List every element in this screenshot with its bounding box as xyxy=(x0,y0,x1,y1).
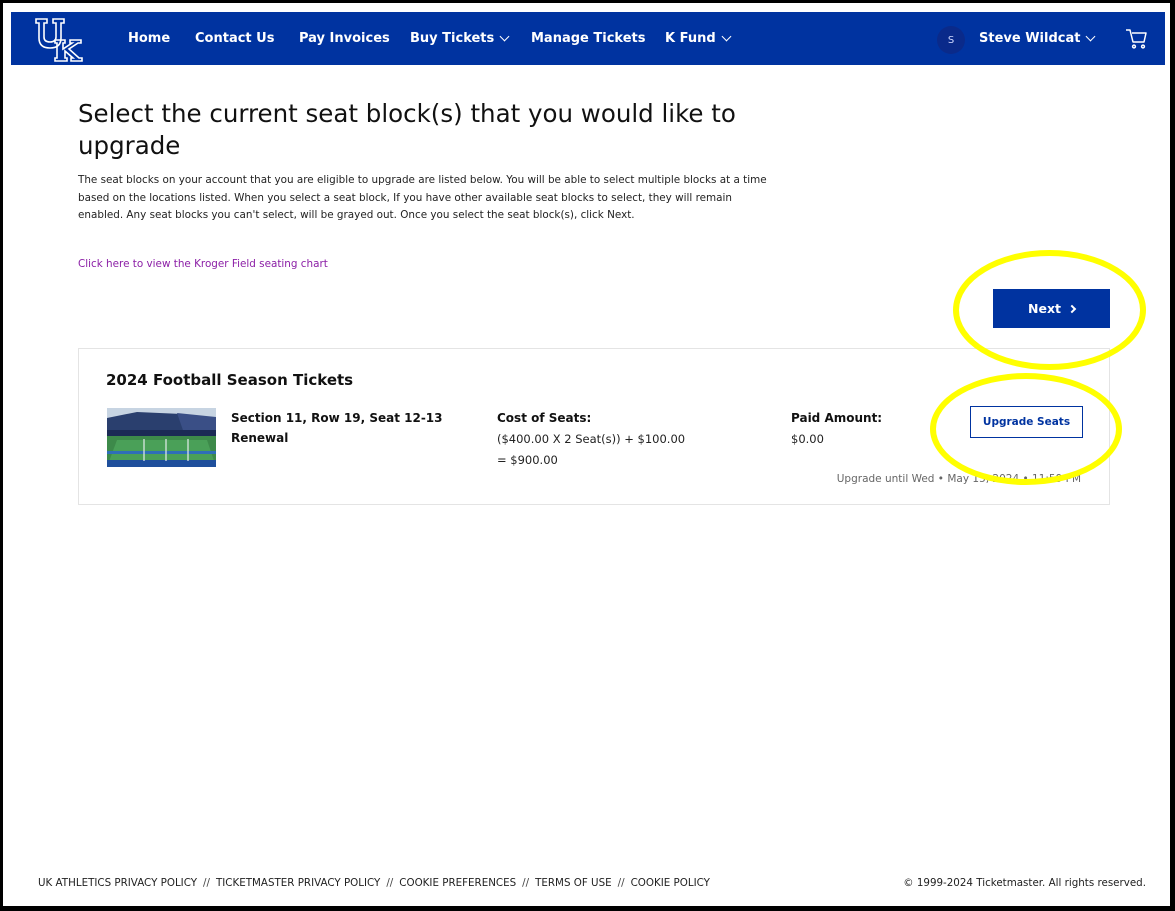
footer-tm-privacy-link[interactable]: TICKETMASTER PRIVACY POLICY xyxy=(216,877,380,889)
page-description: The seat blocks on your account that you… xyxy=(78,174,767,221)
cart-icon[interactable] xyxy=(1125,28,1147,50)
uk-logo-icon[interactable] xyxy=(33,16,89,62)
seating-chart-link[interactable]: Click here to view the Kroger Field seat… xyxy=(78,258,328,270)
chevron-down-icon xyxy=(721,31,732,41)
nav-contact-us[interactable]: Contact Us xyxy=(195,12,274,65)
nav-k-fund[interactable]: K Fund xyxy=(665,12,732,65)
chevron-down-icon xyxy=(499,31,510,41)
next-button[interactable]: Next xyxy=(993,289,1110,328)
user-name: Steve Wildcat xyxy=(979,31,1081,46)
footer-cookie-policy-link[interactable]: COOKIE POLICY xyxy=(631,877,710,889)
nav-buy-tickets[interactable]: Buy Tickets xyxy=(410,12,510,65)
upgrade-deadline: Upgrade until Wed • May 15, 2024 • 11:59… xyxy=(836,473,1081,485)
nav-manage-tickets[interactable]: Manage Tickets xyxy=(531,12,645,65)
cost-total: = $900.00 xyxy=(497,453,558,467)
footer-separator: // xyxy=(386,877,394,889)
upgrade-seats-button[interactable]: Upgrade Seats xyxy=(970,406,1083,438)
season-title: 2024 Football Season Tickets xyxy=(106,371,354,389)
footer-uk-privacy-link[interactable]: UK ATHLETICS PRIVACY POLICY xyxy=(38,877,197,889)
cost-formula: ($400.00 X 2 Seat(s)) + $100.00 xyxy=(497,432,686,446)
avatar-initial: S xyxy=(947,34,955,46)
cost-label: Cost of Seats: xyxy=(497,411,592,425)
nav-home-label: Home xyxy=(128,31,171,46)
chevron-down-icon xyxy=(1086,31,1096,41)
paid-amount-value: $0.00 xyxy=(791,432,824,446)
top-nav: Home Contact Us Pay Invoices Buy Tickets… xyxy=(11,12,1165,65)
nav-manage-tickets-label: Manage Tickets xyxy=(531,31,646,46)
nav-pay-invoices-label: Pay Invoices xyxy=(299,31,390,46)
page-title: Select the current seat block(s) that yo… xyxy=(78,99,736,160)
paid-amount-label: Paid Amount: xyxy=(791,411,883,425)
footer-terms-link[interactable]: TERMS OF USE xyxy=(535,877,612,889)
nav-k-fund-label: K Fund xyxy=(665,31,716,46)
seat-type: Renewal xyxy=(231,431,289,445)
stadium-thumbnail xyxy=(107,408,216,467)
footer-separator: // xyxy=(617,877,625,889)
nav-pay-invoices[interactable]: Pay Invoices xyxy=(299,12,390,65)
seat-block-card: 2024 Football Season Tickets Section 11,… xyxy=(78,348,1110,505)
footer-links: UK ATHLETICS PRIVACY POLICY // TICKETMASTE… xyxy=(38,877,710,889)
avatar[interactable]: S xyxy=(937,26,965,54)
user-menu[interactable]: Steve Wildcat xyxy=(979,12,1096,65)
chevron-right-icon xyxy=(1067,304,1077,313)
next-button-label: Next xyxy=(1028,301,1061,316)
copyright: © 1999-2024 Ticketmaster. All rights res… xyxy=(903,877,1146,889)
nav-contact-us-label: Contact Us xyxy=(195,31,275,46)
seat-location: Section 11, Row 19, Seat 12-13 xyxy=(231,411,443,425)
footer-separator: // xyxy=(203,877,210,889)
footer-cookie-preferences-link[interactable]: COOKIE PREFERENCES xyxy=(399,877,516,889)
nav-buy-tickets-label: Buy Tickets xyxy=(410,31,495,46)
footer-separator: // xyxy=(522,877,530,889)
nav-home[interactable]: Home xyxy=(128,12,170,65)
